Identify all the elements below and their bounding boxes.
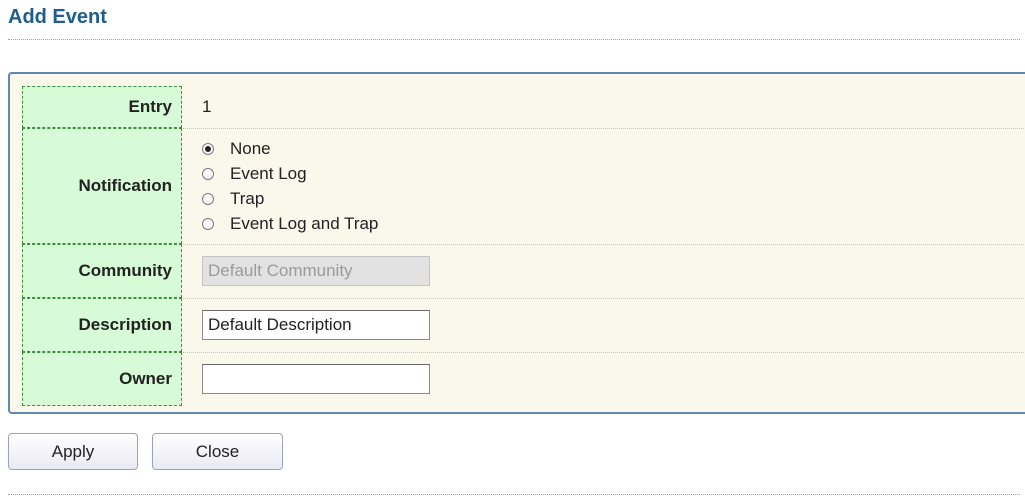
owner-label: Owner bbox=[22, 352, 182, 406]
community-label: Community bbox=[22, 244, 182, 298]
notification-option-trap[interactable]: Trap bbox=[202, 187, 378, 210]
notification-radio-group: None Event Log Trap Event Log and Trap bbox=[202, 137, 378, 235]
entry-label: Entry bbox=[22, 86, 182, 128]
description-row: Description bbox=[22, 298, 1025, 353]
entry-value: 1 bbox=[202, 97, 212, 116]
radio-unchecked-icon[interactable] bbox=[202, 167, 214, 180]
radio-checked-icon[interactable] bbox=[202, 142, 214, 155]
owner-input[interactable] bbox=[202, 364, 430, 394]
owner-row: Owner bbox=[22, 352, 1025, 406]
notification-label: Notification bbox=[22, 128, 182, 244]
notification-option-none[interactable]: None bbox=[202, 137, 378, 160]
notification-option-label: Trap bbox=[230, 188, 265, 208]
notification-option-label: Event Log bbox=[230, 163, 307, 183]
bottom-divider bbox=[8, 494, 1020, 495]
page-title: Add Event bbox=[8, 6, 107, 28]
radio-unchecked-icon[interactable] bbox=[202, 217, 214, 230]
notification-option-event-log-and-trap[interactable]: Event Log and Trap bbox=[202, 212, 378, 235]
radio-unchecked-icon[interactable] bbox=[202, 192, 214, 205]
description-label: Description bbox=[22, 298, 182, 352]
notification-option-label: None bbox=[230, 138, 271, 158]
title-divider bbox=[8, 39, 1020, 40]
add-event-page: Add Event Entry 1 Notification None Even… bbox=[0, 0, 1025, 499]
notification-option-label: Event Log and Trap bbox=[230, 213, 379, 233]
notification-row: Notification None Event Log Trap Event L… bbox=[22, 128, 1025, 245]
description-input[interactable] bbox=[202, 310, 430, 340]
close-button[interactable]: Close bbox=[152, 433, 283, 470]
notification-option-event-log[interactable]: Event Log bbox=[202, 162, 378, 185]
community-row: Community bbox=[22, 244, 1025, 299]
community-input bbox=[202, 256, 430, 286]
entry-row: Entry 1 bbox=[22, 86, 1025, 129]
event-form-panel: Entry 1 Notification None Event Log Trap… bbox=[8, 72, 1025, 414]
apply-button[interactable]: Apply bbox=[8, 433, 138, 470]
